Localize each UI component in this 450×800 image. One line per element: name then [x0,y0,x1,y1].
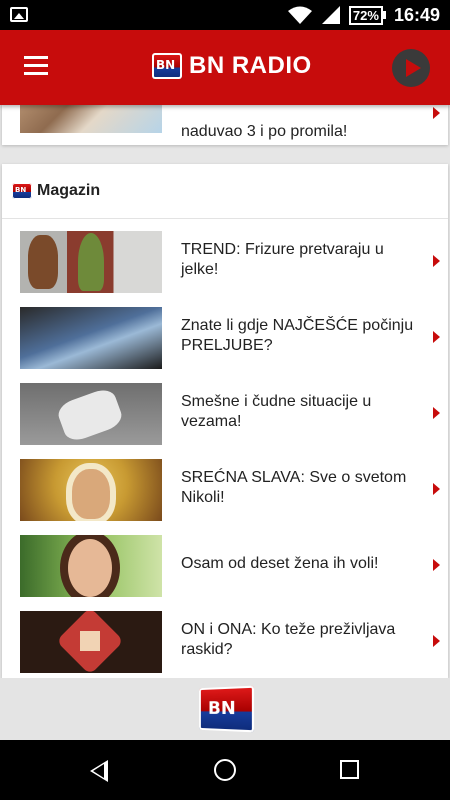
chevron-right-icon [433,635,440,647]
app-brand: BN RADIO [152,52,312,80]
news-card-partial: naduvao 3 i po promila! [2,105,448,145]
chevron-right-icon [433,483,440,495]
status-bar: 72% 16:49 [0,0,450,30]
chevron-right-icon [433,331,440,343]
footer-logo-strip [0,678,450,740]
article-thumbnail [20,611,162,673]
app-bar: BN RADIO [0,30,450,105]
section-title: Magazin [37,182,101,199]
bn-logo-icon [12,183,32,199]
play-icon[interactable] [392,49,430,87]
list-item[interactable]: naduvao 3 i po promila! [2,105,448,145]
article-thumbnail [20,105,162,133]
article-thumbnail [20,383,162,445]
list-item[interactable]: Znate li gdje NAJČEŠĆE počinju PRELJUBE? [2,295,448,371]
bn-logo-icon [152,53,182,79]
chevron-right-icon [433,107,440,119]
article-title: Znate li gdje NAJČEŠĆE počinju PRELJUBE? [181,317,414,354]
article-thumbnail [20,231,162,293]
magazin-card: Magazin TREND: Frizure pretvaraju u jelk… [2,164,448,678]
article-title: SREĆNA SLAVA: Sve o svetom Nikoli! [181,469,407,506]
clock: 16:49 [393,4,440,25]
back-icon[interactable] [90,760,108,782]
image-notification-icon [10,7,28,22]
article-thumbnail [20,535,162,597]
article-thumbnail [20,459,162,521]
article-title: ON i ONA: Ko teže preživljava raskid? [181,621,396,658]
article-title: Osam od deset žena ih voli! [181,555,379,572]
chevron-right-icon [433,559,440,571]
signal-icon [321,6,340,24]
list-item[interactable]: Osam od deset žena ih voli! [2,523,448,599]
system-nav-bar [0,740,450,800]
battery-level: 72% [348,5,383,25]
content-scroll[interactable]: naduvao 3 i po promila! Magazin TREND: F… [0,105,450,740]
battery-icon: 72% [348,5,386,25]
article-title: Smešne i čudne situacije u vezama! [181,393,372,430]
list-item[interactable]: ON i ONA: Ko teže preživljava raskid? [2,599,448,675]
chevron-right-icon [433,407,440,419]
wifi-icon [287,6,312,24]
article-title: TREND: Frizure pretvaraju u jelke! [181,241,384,278]
section-header: Magazin [2,164,448,219]
hamburger-icon[interactable] [24,56,52,78]
recents-icon[interactable] [340,760,359,779]
status-icons: 72% 16:49 [287,0,440,30]
home-icon[interactable] [214,759,236,781]
chevron-right-icon [433,255,440,267]
article-title: naduvao 3 i po promila! [181,123,348,140]
bn-logo-icon [199,685,255,733]
list-item[interactable]: SREĆNA SLAVA: Sve o svetom Nikoli! [2,447,448,523]
article-thumbnail [20,307,162,369]
app-title: BN RADIO [189,52,312,79]
list-item[interactable]: Smešne i čudne situacije u vezama! [2,371,448,447]
list-item[interactable]: TREND: Frizure pretvaraju u jelke! [2,219,448,295]
